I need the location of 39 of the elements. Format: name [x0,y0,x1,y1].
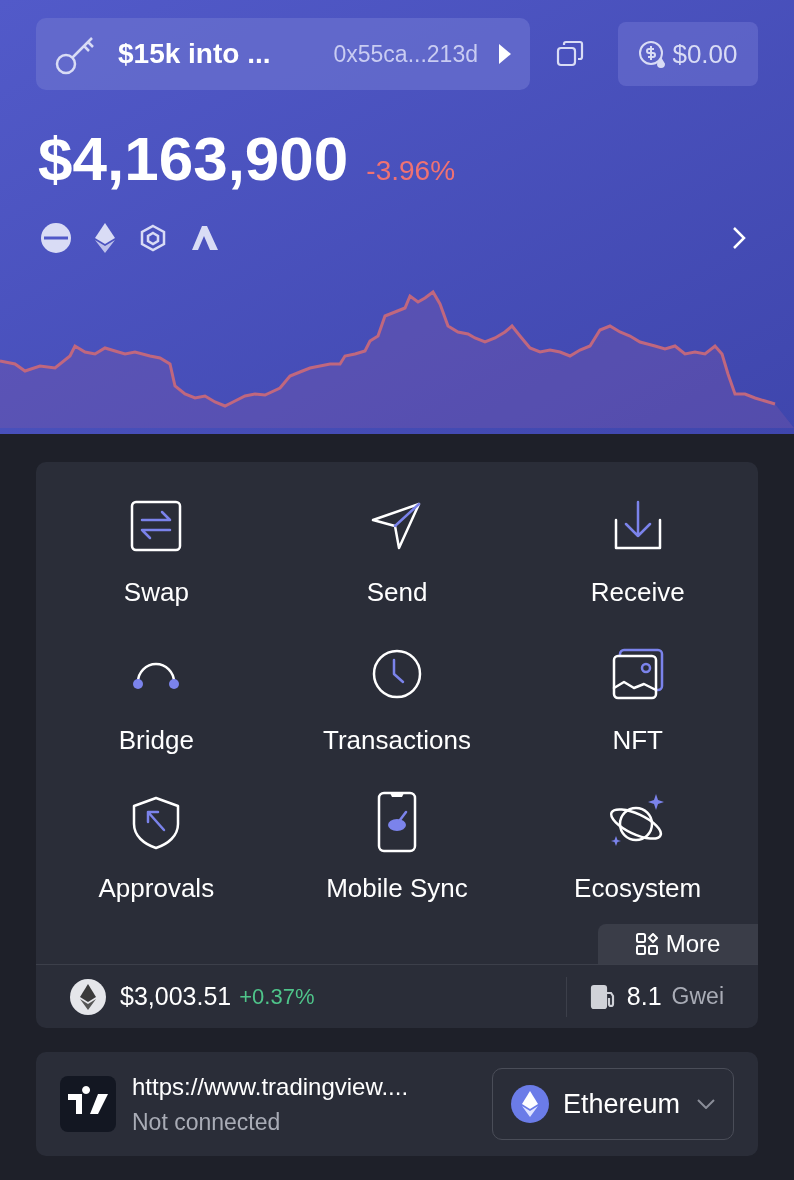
site-url: https://www.tradingview.... [132,1071,409,1102]
triangle-icon [190,224,220,252]
action-button[interactable]: Receive [517,488,758,612]
gas-pump-icon [588,982,617,1011]
chevron-down-icon [697,1099,715,1109]
action-button[interactable]: Swap [36,488,277,612]
connection-status: Not connected [132,1107,282,1137]
ethereum-icon [70,978,106,1015]
action-button[interactable]: Mobile Sync [276,784,518,908]
action-button[interactable]: NFT [517,636,758,760]
play-icon [498,43,512,65]
action-button[interactable]: Approvals [36,784,277,908]
action-button[interactable]: Ecosystem [517,784,758,908]
ethereum-icon [94,222,116,254]
copy-icon [556,40,584,68]
ethereum-icon [511,1085,549,1123]
site-logo-icon [60,1076,116,1132]
chevron-right-icon[interactable] [732,226,746,250]
action-button[interactable]: Transactions [276,636,518,760]
action-button[interactable]: Send [276,488,518,612]
account-address: 0x55ca...213d [333,39,478,69]
network-selector[interactable]: Ethereum [492,1068,734,1140]
gas-balance: $0.00 [672,37,738,71]
grid-icon [635,933,658,955]
total-balance: $4,163,900 [38,128,349,190]
eth-price: $3,003.51 [120,980,232,1012]
eth-price-change: +0.37% [239,983,315,1011]
account-name: $15k into ... [118,37,271,71]
account-selector[interactable]: $15k into ... 0x55ca...213d [36,18,530,90]
coin-icon [638,40,667,68]
gas-price: 8.1 [626,980,662,1012]
cube-icon [138,223,168,253]
gas-balance-button[interactable]: $0.00 [618,22,758,86]
more-button[interactable]: More [598,924,758,964]
gas-unit: Gwei [671,982,724,1012]
balance-change: -3.96% [366,154,456,188]
action-button[interactable]: Bridge [36,636,277,760]
phone-icon [376,790,418,854]
token-icon [40,222,72,254]
